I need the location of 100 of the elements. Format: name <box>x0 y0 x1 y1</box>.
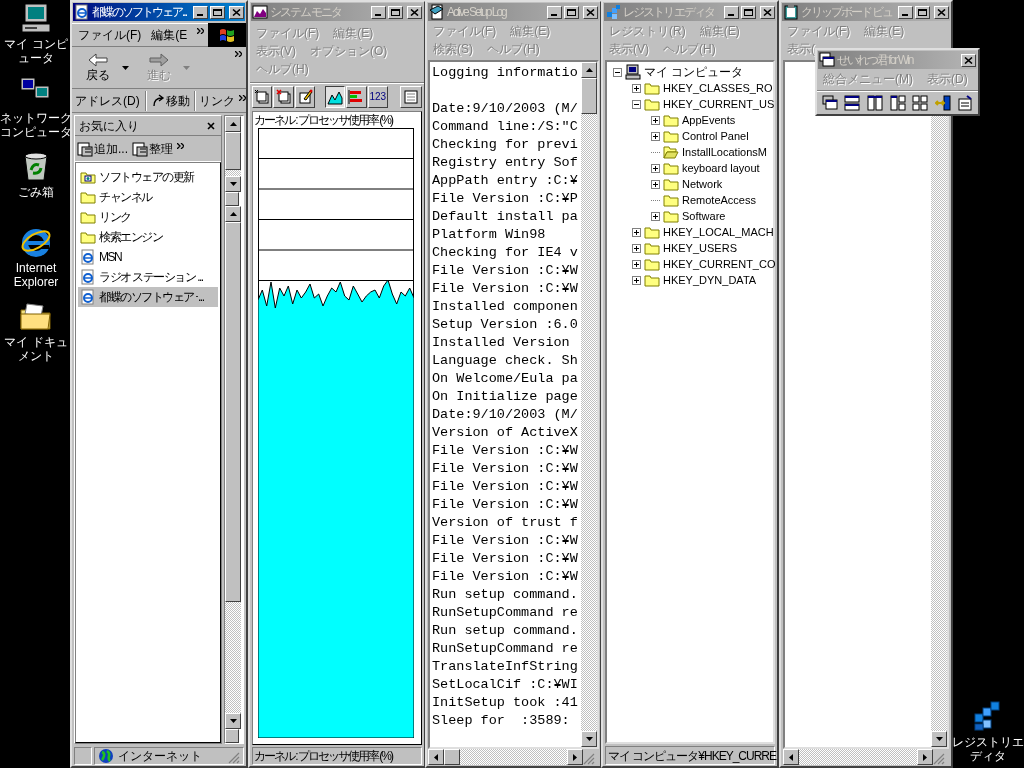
scroll-down-button[interactable] <box>931 731 947 747</box>
favorite-label[interactable]: 検索エンジン <box>99 228 162 246</box>
toolbar-button[interactable] <box>821 94 839 112</box>
toolbar-button[interactable] <box>911 94 929 112</box>
favorite-item[interactable]: リンク <box>78 207 218 227</box>
bar-view-button[interactable] <box>346 85 367 108</box>
favorite-label[interactable]: MSN <box>99 248 122 266</box>
scroll-down-button[interactable] <box>225 176 241 192</box>
scroll-thumb[interactable] <box>225 132 241 170</box>
tree-item[interactable]: AppEvents <box>682 111 736 129</box>
desktop-icon-label[interactable]: マイ ドキュメント <box>0 335 72 363</box>
globe-icon <box>98 748 114 764</box>
scroll-left-button[interactable] <box>783 749 799 765</box>
minimize-button[interactable] <box>371 5 386 19</box>
scroll-thumb[interactable] <box>581 78 597 114</box>
desktop-icon-label[interactable]: マイ コンピュータ <box>0 37 72 65</box>
scroll-thumb[interactable] <box>225 222 241 602</box>
maximize-button[interactable] <box>210 5 225 19</box>
splitter-handle[interactable] <box>225 192 239 206</box>
back-button[interactable]: 戻る <box>76 48 120 87</box>
favorite-label[interactable]: 都蝶のソフトウェア･... <box>99 288 204 306</box>
scroll-right-button[interactable] <box>567 749 583 765</box>
scroll-down-button[interactable] <box>225 713 241 729</box>
close-button[interactable] <box>229 5 244 19</box>
minimize-button[interactable] <box>547 5 562 19</box>
favorite-item[interactable]: 検索エンジン <box>78 227 218 247</box>
maximize-button[interactable] <box>915 5 930 19</box>
numeric-view-button[interactable]: 123 <box>367 85 388 108</box>
scrollbar[interactable] <box>428 749 583 765</box>
favorite-item[interactable]: チャンネル <box>78 187 218 207</box>
desktop-icon-label[interactable]: ネットワークコンピュータ <box>0 111 72 139</box>
tree-item[interactable]: keyboard layout <box>682 159 760 177</box>
add-button[interactable]: 追加... <box>77 139 128 158</box>
tree-item[interactable]: RemoteAccess <box>682 191 756 209</box>
scroll-up-button[interactable] <box>581 62 597 78</box>
tree-item[interactable]: HKEY_CURRENT_US <box>663 95 775 113</box>
status-text: マイ コンピュータ¥HKEY_CURRE <box>608 748 777 763</box>
remove-item-button[interactable] <box>273 85 294 108</box>
scrollbar[interactable] <box>783 749 933 765</box>
close-button[interactable] <box>583 5 598 19</box>
menu-item[interactable]: 編集(E <box>151 26 188 44</box>
scroll-down-button[interactable] <box>581 731 597 747</box>
close-button[interactable] <box>407 5 422 19</box>
favorite-label[interactable]: ラジオ ステーション ... <box>99 268 203 286</box>
close-button[interactable] <box>934 5 949 19</box>
add-item-button[interactable] <box>252 85 273 108</box>
favorite-item[interactable]: MSN <box>78 247 218 267</box>
maximize-button[interactable] <box>388 5 403 19</box>
tree-item[interactable]: HKEY_LOCAL_MACH <box>663 223 774 241</box>
tree-item[interactable]: HKEY_CURRENT_CO <box>663 255 776 273</box>
desktop-icon-label[interactable]: Internet Explorer <box>0 261 72 289</box>
tree-item[interactable]: HKEY_USERS <box>663 239 737 257</box>
splitter-handle[interactable] <box>225 729 239 743</box>
scroll-thumb[interactable] <box>444 749 460 765</box>
tree-item[interactable]: Software <box>682 207 726 225</box>
menu-item[interactable]: ファイル(F) <box>78 26 142 44</box>
tree-item[interactable]: HKEY_DYN_DATA <box>663 271 757 289</box>
scroll-right-button[interactable] <box>917 749 933 765</box>
scroll-left-button[interactable] <box>428 749 444 765</box>
maximize-button[interactable] <box>564 5 579 19</box>
maximize-button[interactable] <box>741 5 756 19</box>
tree-item[interactable]: マイ コンピュータ <box>644 63 744 81</box>
tree-item[interactable]: HKEY_CLASSES_RO <box>663 79 773 97</box>
tree-item[interactable]: InstallLocationsM <box>682 143 767 161</box>
arrow-down-icon <box>585 737 593 741</box>
organize-button[interactable]: 整理 <box>132 139 173 158</box>
tree-item[interactable]: Network <box>682 175 723 193</box>
minimize-button[interactable] <box>724 5 739 19</box>
open-folder-icon <box>663 144 679 160</box>
minimize-button[interactable] <box>898 5 913 19</box>
go-button[interactable]: 移動 <box>146 89 194 112</box>
toolbar-button[interactable] <box>400 85 422 108</box>
desktop-icon-label[interactable]: レジストリエディタ <box>952 735 1024 763</box>
desktop-icon-label[interactable]: ごみ箱 <box>0 185 72 199</box>
chevron-icon <box>177 142 184 149</box>
scrollbar[interactable] <box>581 62 597 747</box>
favorite-label[interactable]: ソフトウェアの更新 <box>99 168 194 186</box>
toolbar-button[interactable] <box>933 94 952 112</box>
toolbar-button[interactable] <box>843 94 862 112</box>
toolbar-button[interactable] <box>866 94 884 112</box>
links-button[interactable]: リンク <box>195 89 249 112</box>
scrollbar[interactable] <box>225 206 241 729</box>
toolbar-button[interactable] <box>888 94 907 112</box>
favorite-item[interactable]: ソフトウェアの更新 <box>78 167 218 187</box>
scroll-up-button[interactable] <box>225 206 241 222</box>
edit-item-button[interactable] <box>294 85 316 108</box>
favorite-label[interactable]: リンク <box>99 208 131 226</box>
line-view-button[interactable] <box>324 85 346 108</box>
scroll-up-button[interactable] <box>225 116 241 132</box>
toolbar-button[interactable] <box>956 94 975 112</box>
close-button[interactable] <box>961 53 976 67</box>
favorite-label[interactable]: チャンネル <box>99 188 152 206</box>
scrollbar[interactable] <box>225 116 241 192</box>
maximize-icon <box>213 8 222 16</box>
tree-item[interactable]: Control Panel <box>682 127 749 145</box>
favorite-item[interactable]: 都蝶のソフトウェア･... <box>78 287 218 307</box>
favorite-item[interactable]: ラジオ ステーション ... <box>78 267 218 287</box>
close-button[interactable] <box>205 119 217 132</box>
close-button[interactable] <box>760 5 775 19</box>
minimize-button[interactable] <box>193 5 208 19</box>
